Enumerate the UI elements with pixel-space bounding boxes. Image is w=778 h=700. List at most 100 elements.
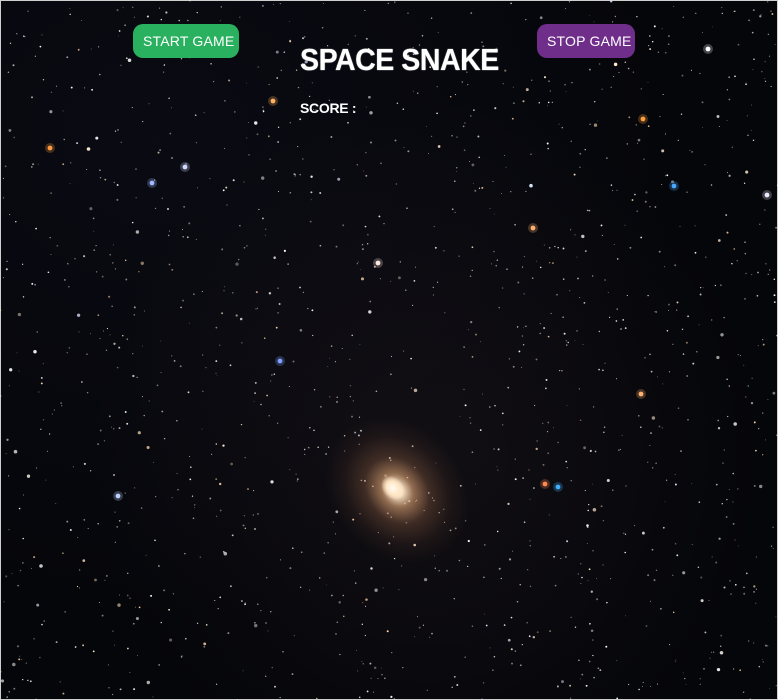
star	[675, 659, 677, 661]
star	[410, 357, 412, 360]
star	[525, 18, 527, 21]
star	[22, 678, 24, 681]
star	[182, 229, 184, 231]
star	[358, 696, 361, 699]
stop-game-button[interactable]: STOP GAME	[537, 24, 635, 58]
star	[641, 531, 645, 535]
star	[698, 501, 701, 503]
star	[22, 494, 25, 496]
star	[566, 405, 568, 406]
star	[554, 245, 556, 248]
star	[607, 292, 609, 294]
star	[581, 673, 584, 676]
star	[738, 545, 740, 547]
star	[451, 686, 453, 689]
star	[674, 661, 676, 663]
star	[215, 683, 218, 685]
star	[17, 584, 19, 587]
star	[53, 409, 55, 411]
star	[379, 278, 381, 280]
star	[610, 578, 612, 580]
star	[336, 621, 339, 624]
star	[674, 474, 676, 476]
star	[116, 198, 119, 201]
star	[664, 501, 666, 503]
star	[179, 365, 182, 368]
start-game-button[interactable]: START GAME	[133, 24, 239, 58]
star	[330, 136, 333, 138]
star	[722, 462, 724, 464]
star	[322, 3, 324, 4]
star	[473, 109, 475, 111]
star	[359, 343, 361, 345]
star	[429, 636, 431, 638]
star	[229, 585, 232, 588]
star	[590, 629, 594, 633]
star	[394, 1, 396, 3]
star	[223, 99, 226, 102]
star	[578, 388, 580, 390]
star	[730, 593, 732, 595]
star	[745, 82, 747, 84]
star	[529, 183, 533, 188]
star	[273, 373, 276, 375]
star	[36, 331, 38, 333]
star	[712, 26, 714, 28]
star	[522, 266, 524, 268]
star	[343, 615, 345, 617]
star	[672, 574, 674, 576]
star	[68, 347, 71, 349]
star	[554, 584, 557, 587]
score-display: SCORE :	[300, 99, 357, 117]
star	[188, 455, 191, 457]
star	[510, 648, 513, 651]
star	[137, 431, 141, 435]
star	[647, 125, 650, 128]
star	[699, 678, 701, 680]
star	[514, 650, 517, 652]
star	[9, 214, 11, 216]
star	[423, 577, 428, 582]
star	[624, 533, 627, 535]
star	[50, 91, 52, 93]
star	[16, 32, 18, 35]
star	[699, 72, 701, 75]
star	[589, 622, 591, 625]
star	[471, 451, 474, 454]
star	[241, 600, 243, 602]
star	[333, 169, 335, 171]
star	[626, 294, 628, 297]
star	[648, 45, 650, 47]
star	[578, 659, 580, 662]
star	[108, 415, 111, 418]
star	[214, 600, 216, 601]
star	[108, 664, 109, 666]
star	[519, 664, 522, 667]
star	[600, 224, 603, 227]
star	[615, 320, 618, 322]
star	[585, 684, 588, 687]
star	[618, 72, 620, 73]
star	[580, 583, 582, 584]
star	[484, 613, 486, 615]
star	[705, 256, 707, 258]
star	[97, 443, 100, 446]
star	[89, 333, 91, 335]
star	[608, 316, 611, 318]
star	[390, 695, 393, 699]
star	[733, 422, 737, 426]
star	[748, 19, 751, 22]
star	[443, 250, 445, 252]
star	[728, 488, 730, 490]
star	[260, 610, 262, 612]
star	[369, 111, 373, 115]
star	[37, 163, 39, 165]
star	[156, 384, 159, 387]
star	[244, 603, 247, 606]
star	[684, 678, 686, 680]
star	[562, 316, 564, 318]
star	[172, 593, 175, 595]
star	[584, 489, 586, 492]
star	[616, 378, 618, 380]
star	[518, 350, 521, 353]
